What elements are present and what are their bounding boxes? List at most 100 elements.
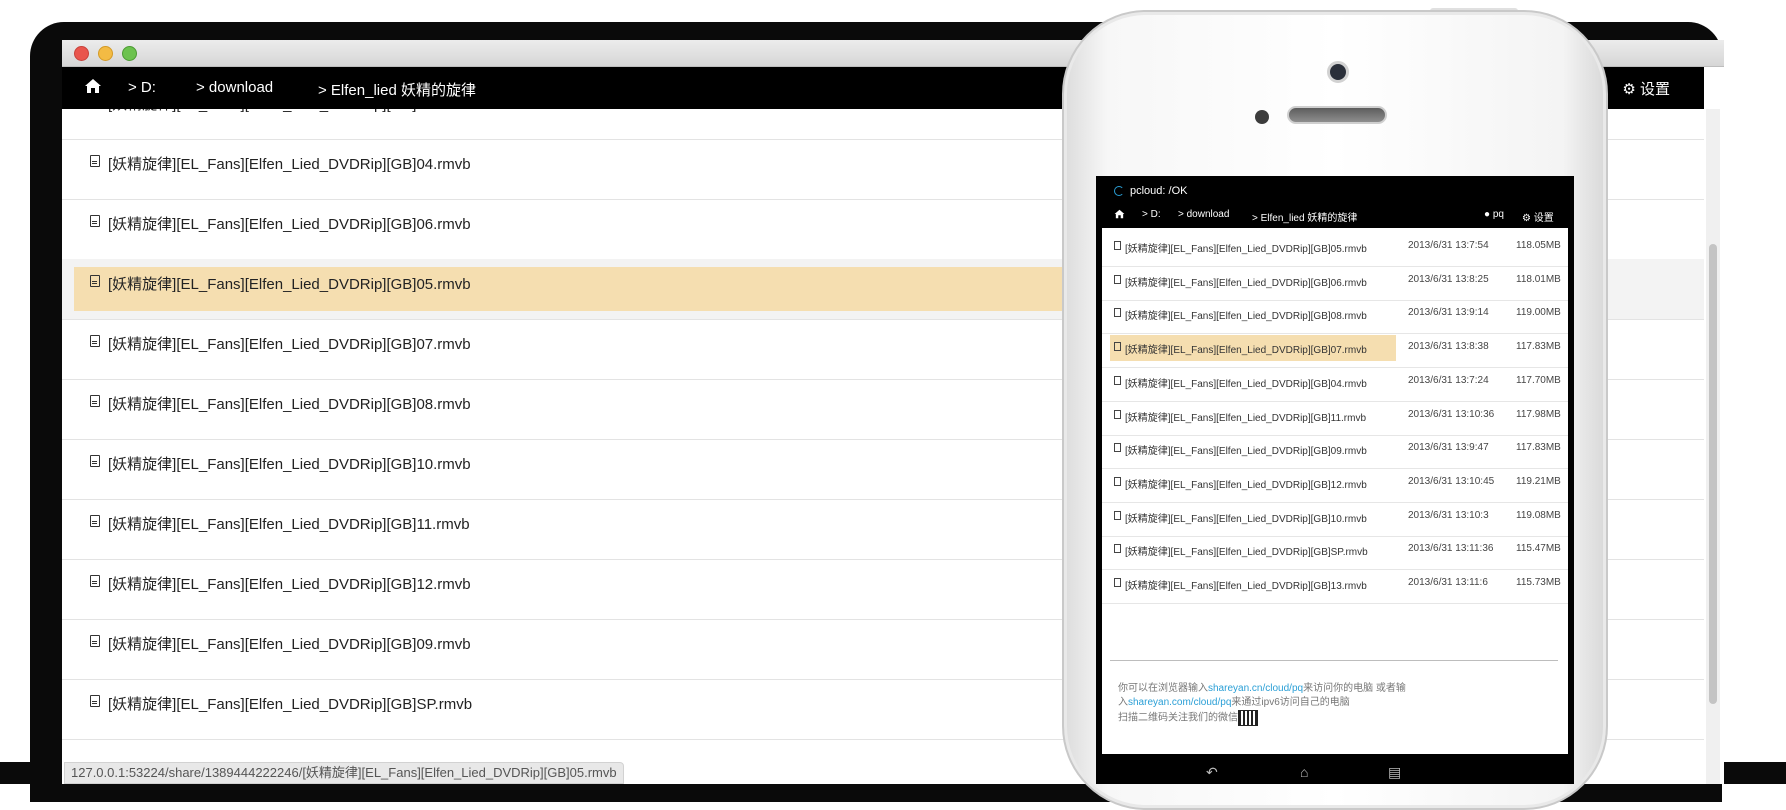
- footer-link-com[interactable]: shareyan.com/cloud/pq: [1128, 697, 1231, 708]
- home-key-icon[interactable]: ⌂: [1300, 764, 1308, 780]
- file-name-link[interactable]: [妖精旋律][EL_Fans][Elfen_Lied_DVDRip][GB]08…: [108, 393, 471, 414]
- file-icon: [90, 155, 100, 167]
- file-name-link[interactable]: [妖精旋律][EL_Fans][Elfen_Lied_DVDRip][GB]07…: [108, 333, 471, 354]
- phone-divider: [1110, 660, 1558, 661]
- file-icon: [90, 395, 100, 407]
- phone-file-date: 2013/6/31 13:10:3: [1408, 509, 1489, 521]
- phone-file-date: 2013/6/31 13:11:6: [1408, 577, 1488, 588]
- file-name-link[interactable]: [妖精旋律][EL_Fans][Elfen_Lied_DVDRip][GB]04…: [108, 153, 471, 174]
- file-name-link[interactable]: [妖精旋律][EL_Fans][Elfen_Lied_DVDRip][GB]SP…: [108, 693, 472, 714]
- file-icon: [1114, 544, 1121, 554]
- close-window-button[interactable]: [74, 46, 89, 61]
- back-key-icon[interactable]: ↶: [1206, 764, 1218, 781]
- phone-file-name[interactable]: [妖精旋律][EL_Fans][Elfen_Lied_DVDRip][GB]07…: [1125, 341, 1367, 356]
- phone-sensor: [1255, 110, 1269, 124]
- file-name-link[interactable]: [妖精旋律][EL_Fans][Elfen_Lied_DVDRip][GB]06…: [108, 213, 471, 234]
- footer-link-cn[interactable]: shareyan.cn/cloud/pq: [1208, 683, 1303, 694]
- file-icon: [1114, 476, 1121, 486]
- file-icon: [1114, 443, 1121, 453]
- file-name-link[interactable]: [妖精旋律][EL_Fans][Elfen_Lied_DVDRip][GB]10…: [108, 453, 471, 474]
- file-icon: [1114, 308, 1121, 318]
- gear-icon: ⚙: [1622, 81, 1636, 98]
- user-icon: ●: [1484, 209, 1491, 220]
- phone-user-label: pq: [1492, 209, 1504, 220]
- phone-file-size: 115.47MB: [1516, 543, 1561, 555]
- file-icon: [1114, 241, 1121, 250]
- phone-user-button[interactable]: ● pq: [1484, 209, 1504, 220]
- phone-file-row[interactable]: [妖精旋律][EL_Fans][Elfen_Lied_DVDRip][GB]13…: [1102, 565, 1568, 604]
- phone-breadcrumb-folder[interactable]: > Elfen_lied 妖精的旋律: [1252, 209, 1357, 224]
- recents-key-icon[interactable]: ▤: [1388, 764, 1401, 781]
- phone-file-date: 2013/6/31 13:10:36: [1408, 408, 1495, 420]
- phone-file-name[interactable]: [妖精旋律][EL_Fans][Elfen_Lied_DVDRip][GB]09…: [1125, 442, 1367, 457]
- phone-settings-button[interactable]: ⚙ 设置: [1522, 209, 1554, 224]
- file-icon: [90, 575, 100, 587]
- file-icon: [90, 335, 100, 347]
- phone-speaker: [1287, 106, 1387, 124]
- zoom-window-button[interactable]: [122, 46, 137, 61]
- file-icon: [90, 455, 100, 467]
- file-icon: [90, 695, 100, 707]
- status-url-bar: 127.0.0.1:53224/share/1389444222246/[妖精旋…: [64, 762, 624, 784]
- breadcrumb-folder[interactable]: > Elfen_lied 妖精的旋律: [318, 79, 476, 100]
- phone-file-name[interactable]: [妖精旋律][EL_Fans][Elfen_Lied_DVDRip][GB]13…: [1125, 577, 1367, 592]
- phone-file-size: 118.01MB: [1516, 273, 1561, 285]
- phone-file-name[interactable]: [妖精旋律][EL_Fans][Elfen_Lied_DVDRip][GB]05…: [1125, 240, 1367, 255]
- file-name-link[interactable]: [妖精旋律][EL_Fans][Elfen_Lied_DVDRip][GB]05…: [108, 273, 471, 294]
- breadcrumb-drive[interactable]: > D:: [128, 79, 156, 96]
- footer-text-2: 来访问你的电脑 或者输: [1303, 683, 1406, 694]
- file-icon: [1114, 578, 1121, 587]
- phone-file-date: 2013/6/31 13:7:24: [1408, 374, 1489, 386]
- phone-file-size: 117.83MB: [1516, 442, 1561, 454]
- phone-file-name[interactable]: [妖精旋律][EL_Fans][Elfen_Lied_DVDRip][GB]06…: [1125, 274, 1367, 289]
- phone-file-size: 118.05MB: [1516, 240, 1561, 251]
- sync-icon: [1114, 186, 1124, 196]
- file-name-link[interactable]: [妖精旋律][EL_Fans][Elfen_Lied_DVDRip][GB]11…: [108, 513, 470, 534]
- file-icon: [1114, 375, 1121, 385]
- file-icon: [90, 215, 100, 227]
- phone-camera: [1327, 61, 1349, 83]
- phone-file-date: 2013/6/31 13:9:47: [1408, 442, 1489, 454]
- file-icon: [1114, 510, 1121, 520]
- file-name-link[interactable]: [妖精旋律][EL_Fans][Elfen_Lied_DVDRip][GB]12…: [108, 573, 471, 594]
- phone-breadcrumb-drive[interactable]: > D:: [1142, 209, 1161, 220]
- home-icon[interactable]: [84, 78, 104, 98]
- phone-file-name[interactable]: [妖精旋律][EL_Fans][Elfen_Lied_DVDRip][GB]10…: [1125, 510, 1367, 525]
- phone-file-date: 2013/6/31 13:11:36: [1408, 543, 1494, 555]
- settings-button[interactable]: ⚙ 设置: [1622, 78, 1670, 99]
- qr-code-icon[interactable]: [1238, 710, 1258, 726]
- phone-file-size: 117.83MB: [1516, 341, 1561, 353]
- settings-label: 设置: [1639, 81, 1670, 98]
- file-icon: [1114, 342, 1121, 352]
- phone-breadcrumb-download[interactable]: > download: [1178, 209, 1229, 220]
- vertical-scrollbar[interactable]: [1706, 109, 1720, 784]
- phone-file-name[interactable]: [妖精旋律][EL_Fans][Elfen_Lied_DVDRip][GB]SP…: [1125, 543, 1368, 558]
- file-name-link[interactable]: [妖精旋律][EL_Fans][Elfen_Lied_DVDRip][GB]03…: [108, 109, 471, 114]
- phone-file-size: 119.08MB: [1516, 509, 1561, 521]
- gear-icon: ⚙: [1522, 213, 1531, 224]
- phone-footer: 你可以在浏览器输入shareyan.cn/cloud/pq来访问你的电脑 或者输…: [1118, 682, 1458, 726]
- phone-file-size: 115.73MB: [1516, 577, 1561, 588]
- file-icon: [90, 635, 100, 647]
- phone-status-bar: pcloud: /OK: [1102, 182, 1568, 202]
- phone-home-icon[interactable]: [1114, 209, 1125, 222]
- phone-file-name[interactable]: [妖精旋律][EL_Fans][Elfen_Lied_DVDRip][GB]08…: [1125, 307, 1367, 322]
- phone-file-name[interactable]: [妖精旋律][EL_Fans][Elfen_Lied_DVDRip][GB]12…: [1125, 476, 1367, 491]
- file-icon: [1114, 409, 1121, 419]
- phone-file-list: [妖精旋律][EL_Fans][Elfen_Lied_DVDRip][GB]05…: [1102, 228, 1568, 658]
- phone-file-name[interactable]: [妖精旋律][EL_Fans][Elfen_Lied_DVDRip][GB]04…: [1125, 375, 1367, 390]
- phone-file-date: 2013/6/31 13:8:25: [1408, 273, 1489, 285]
- phone-file-size: 119.21MB: [1516, 475, 1561, 487]
- file-name-link[interactable]: [妖精旋律][EL_Fans][Elfen_Lied_DVDRip][GB]09…: [108, 633, 471, 654]
- minimize-window-button[interactable]: [98, 46, 113, 61]
- file-icon: [90, 515, 100, 527]
- breadcrumb-download[interactable]: > download: [196, 79, 273, 96]
- footer-text-5: 扫描二维码关注我们的微信: [1118, 712, 1238, 724]
- footer-text-4: 来通过ipv6访问自己的电脑: [1231, 697, 1350, 708]
- phone-file-name[interactable]: [妖精旋律][EL_Fans][Elfen_Lied_DVDRip][GB]11…: [1125, 409, 1366, 424]
- footer-text-1: 你可以在浏览器输入: [1118, 683, 1208, 694]
- phone-settings-label: 设置: [1533, 213, 1554, 224]
- phone-status-text: pcloud: /OK: [1130, 185, 1188, 197]
- phone-file-date: 2013/6/31 13:10:45: [1408, 475, 1495, 487]
- scrollbar-thumb[interactable]: [1709, 244, 1717, 704]
